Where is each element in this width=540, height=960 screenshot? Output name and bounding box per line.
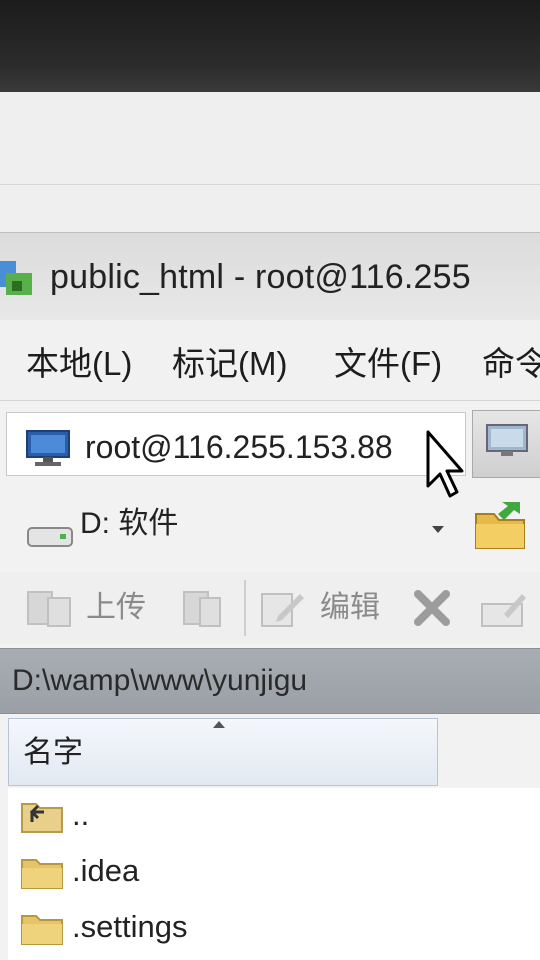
- menu-local[interactable]: 本地(L): [26, 344, 132, 384]
- parent-folder-icon: [20, 796, 64, 841]
- upload-icon[interactable]: [24, 586, 74, 635]
- upload-label[interactable]: 上传: [86, 590, 146, 626]
- monitor-icon: [25, 429, 71, 472]
- monitor-icon: [486, 424, 528, 456]
- current-path: D:\wamp\www\yunjigu: [12, 664, 308, 697]
- winscp-window: public_html - root@116.255 本地(L) 标记(M) 文…: [0, 232, 540, 960]
- sort-ascending-icon: [213, 721, 225, 728]
- file-name: ..: [72, 797, 90, 832]
- column-header-label: 名字: [23, 736, 83, 769]
- session-selector[interactable]: root@116.255.153.88: [6, 412, 466, 476]
- menu-file[interactable]: 文件(F): [334, 344, 442, 384]
- open-folder-button[interactable]: [472, 500, 528, 557]
- edit-icon[interactable]: [258, 586, 308, 635]
- list-item[interactable]: .idea: [8, 844, 540, 900]
- folder-icon: [20, 852, 64, 897]
- edit-label[interactable]: 编辑: [320, 590, 380, 626]
- session-label: root@116.255.153.88: [85, 429, 393, 465]
- toolbar-separator: [244, 580, 246, 636]
- file-list: .. .idea .settings: [8, 788, 540, 960]
- list-item[interactable]: .settings: [8, 900, 540, 956]
- drive-icon: [26, 524, 74, 555]
- title-bar: public_html - root@116.255: [0, 232, 540, 321]
- folder-icon: [475, 502, 525, 549]
- column-header-name[interactable]: 名字: [8, 718, 438, 786]
- mouse-cursor-icon: [424, 430, 464, 505]
- window-title: public_html - root@116.255: [50, 258, 471, 296]
- chevron-down-icon[interactable]: [432, 526, 444, 533]
- new-session-button[interactable]: [472, 410, 540, 478]
- file-name: .idea: [72, 853, 140, 888]
- app-icon: [0, 255, 40, 299]
- folder-icon: [20, 908, 64, 953]
- photo-bezel: [0, 0, 540, 92]
- divider: [0, 184, 540, 185]
- list-item[interactable]: ..: [8, 788, 540, 844]
- rename-icon[interactable]: [478, 586, 534, 635]
- menu-command[interactable]: 命令: [482, 344, 540, 384]
- delete-icon[interactable]: [410, 586, 454, 635]
- menu-mark[interactable]: 标记(M): [172, 344, 287, 384]
- background-window-area: [0, 92, 540, 233]
- menu-bar: 本地(L) 标记(M) 文件(F) 命令: [0, 320, 540, 401]
- file-name: .settings: [72, 909, 188, 944]
- file-toolbar: 上传 编辑: [0, 572, 540, 644]
- drive-label[interactable]: D: 软件: [80, 504, 178, 544]
- properties-icon[interactable]: [178, 586, 228, 635]
- path-bar: D:\wamp\www\yunjigu: [0, 648, 540, 714]
